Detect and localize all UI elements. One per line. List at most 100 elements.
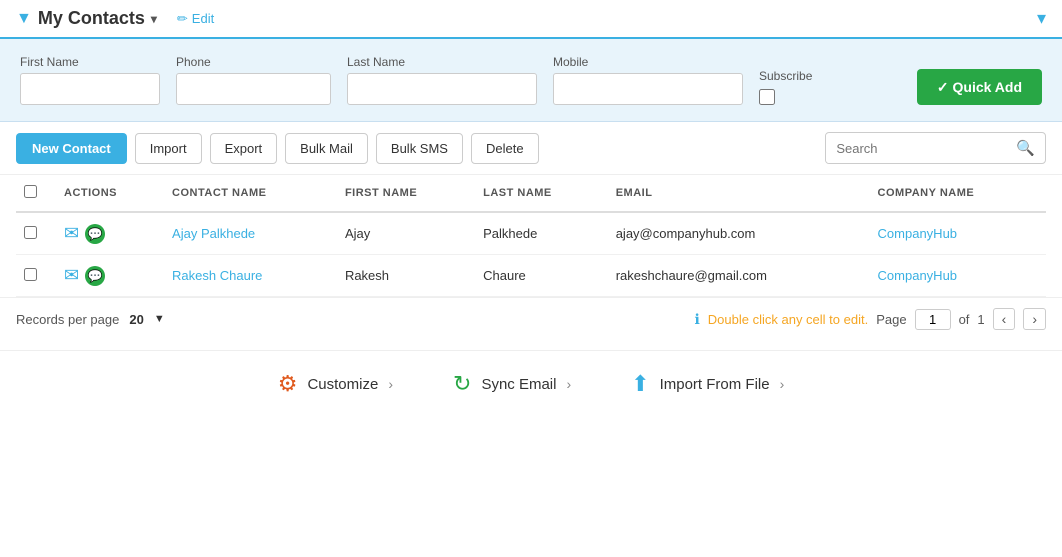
row-contact-name[interactable]: Ajay Palkhede	[164, 212, 337, 255]
row-action-icons: ✉ 💬	[64, 265, 156, 286]
delete-button[interactable]: Delete	[471, 133, 539, 164]
row-actions-cell: ✉ 💬	[56, 255, 164, 297]
table-body: ✉ 💬 Ajay Palkhede Ajay Palkhede ajay@com…	[16, 212, 1046, 297]
subscribe-label: Subscribe	[759, 69, 812, 83]
last-name-group: Last Name	[347, 55, 537, 105]
edit-label: Edit	[192, 11, 214, 26]
email-action-icon[interactable]: ✉	[64, 265, 79, 286]
bottom-actions: ⚙ Customize › ↻ Sync Email › ⬆ Import Fr…	[0, 350, 1062, 417]
sync-email-arrow: ›	[566, 376, 571, 392]
contacts-table-container: ACTIONS CONTACT NAME FIRST NAME LAST NAM…	[0, 175, 1062, 297]
info-icon: ℹ	[694, 311, 699, 328]
import-from-file-action[interactable]: ⬆ Import From File ›	[631, 371, 784, 397]
page-input[interactable]: 1	[915, 309, 951, 330]
last-name-input[interactable]	[347, 73, 537, 105]
search-icon-button[interactable]: 🔍	[1006, 133, 1045, 163]
of-label: of	[959, 312, 970, 327]
customize-arrow: ›	[388, 376, 393, 392]
pencil-icon: ✏	[177, 11, 188, 27]
contact-name-link[interactable]: Rakesh Chaure	[172, 268, 262, 283]
first-name-input[interactable]	[20, 73, 160, 105]
row-email: ajay@companyhub.com	[608, 212, 870, 255]
row-last-name: Palkhede	[475, 212, 608, 255]
phone-input[interactable]	[176, 73, 331, 105]
first-name-column-header: FIRST NAME	[337, 175, 475, 212]
new-contact-button[interactable]: New Contact	[16, 133, 127, 164]
sync-email-action[interactable]: ↻ Sync Email ›	[453, 371, 571, 397]
customize-action[interactable]: ⚙ Customize ›	[278, 371, 393, 397]
company-name-link[interactable]: CompanyHub	[878, 268, 958, 283]
first-name-group: First Name	[20, 55, 160, 105]
last-name-label: Last Name	[347, 55, 537, 69]
search-icon: 🔍	[1016, 140, 1035, 157]
header-right: ▾	[1037, 8, 1046, 29]
row-checkbox-cell	[16, 255, 56, 297]
import-from-file-label: Import From File	[660, 376, 770, 393]
row-contact-name[interactable]: Rakesh Chaure	[164, 255, 337, 297]
records-dropdown-icon[interactable]: ▼	[154, 313, 165, 325]
row-first-name: Rakesh	[337, 255, 475, 297]
phone-label: Phone	[176, 55, 331, 69]
header-title-text: My Contacts	[38, 8, 145, 29]
pagination-info: ℹ Double click any cell to edit. Page 1 …	[694, 308, 1046, 330]
quick-add-panel: First Name Phone Last Name Mobile Subscr…	[0, 39, 1062, 122]
row-company-name[interactable]: CompanyHub	[870, 255, 1046, 297]
subscribe-checkbox[interactable]	[759, 89, 775, 105]
toolbar: New Contact Import Export Bulk Mail Bulk…	[0, 122, 1062, 175]
row-first-name: Ajay	[337, 212, 475, 255]
last-name-column-header: LAST NAME	[475, 175, 608, 212]
import-file-arrow: ›	[780, 376, 785, 392]
row-checkbox-0[interactable]	[24, 226, 37, 239]
caret-icon: ▾	[151, 12, 157, 26]
row-last-name: Chaure	[475, 255, 608, 297]
header: ▼ My Contacts ▾ ✏ Edit ▾	[0, 0, 1062, 39]
quick-add-button[interactable]: ✓ Quick Add	[917, 69, 1042, 105]
contacts-table: ACTIONS CONTACT NAME FIRST NAME LAST NAM…	[16, 175, 1046, 297]
row-email: rakeshchaure@gmail.com	[608, 255, 870, 297]
double-click-hint: Double click any cell to edit.	[708, 312, 868, 327]
sms-action-icon[interactable]: 💬	[85, 266, 105, 286]
select-all-checkbox[interactable]	[24, 185, 37, 198]
search-input[interactable]	[826, 134, 1006, 163]
email-column-header: EMAIL	[608, 175, 870, 212]
corner-dropdown-icon[interactable]: ▾	[1037, 8, 1046, 28]
total-pages: 1	[977, 312, 984, 327]
mobile-label: Mobile	[553, 55, 743, 69]
header-checkbox-col	[16, 175, 56, 212]
row-checkbox-cell	[16, 212, 56, 255]
search-wrapper: 🔍	[825, 132, 1046, 164]
prev-page-button[interactable]: ‹	[993, 308, 1016, 330]
table-row: ✉ 💬 Ajay Palkhede Ajay Palkhede ajay@com…	[16, 212, 1046, 255]
company-name-link[interactable]: CompanyHub	[878, 226, 958, 241]
row-checkbox-1[interactable]	[24, 268, 37, 281]
mobile-input[interactable]	[553, 73, 743, 105]
records-count: 20	[129, 312, 143, 327]
bulk-mail-button[interactable]: Bulk Mail	[285, 133, 368, 164]
table-footer: Records per page 20 ▼ ℹ Double click any…	[0, 297, 1062, 340]
first-name-label: First Name	[20, 55, 160, 69]
sync-email-icon: ↻	[453, 371, 471, 397]
company-name-column-header: COMPANY NAME	[870, 175, 1046, 212]
row-company-name[interactable]: CompanyHub	[870, 212, 1046, 255]
records-per-page-label: Records per page	[16, 312, 119, 327]
import-button[interactable]: Import	[135, 133, 202, 164]
export-button[interactable]: Export	[210, 133, 278, 164]
row-actions-cell: ✉ 💬	[56, 212, 164, 255]
sync-email-label: Sync Email	[481, 376, 556, 393]
email-action-icon[interactable]: ✉	[64, 223, 79, 244]
filter-icon: ▼	[16, 10, 32, 28]
sms-action-icon[interactable]: 💬	[85, 224, 105, 244]
actions-column-header: ACTIONS	[56, 175, 164, 212]
next-page-button[interactable]: ›	[1023, 308, 1046, 330]
contact-name-link[interactable]: Ajay Palkhede	[172, 226, 255, 241]
import-file-icon: ⬆	[631, 371, 649, 397]
table-header: ACTIONS CONTACT NAME FIRST NAME LAST NAM…	[16, 175, 1046, 212]
my-contacts-title[interactable]: ▼ My Contacts ▾	[16, 8, 157, 29]
customize-label: Customize	[307, 376, 378, 393]
mobile-group: Mobile	[553, 55, 743, 105]
customize-icon: ⚙	[278, 371, 298, 397]
bulk-sms-button[interactable]: Bulk SMS	[376, 133, 463, 164]
edit-link[interactable]: ✏ Edit	[177, 11, 214, 27]
page-label: Page	[876, 312, 906, 327]
contact-name-column-header: CONTACT NAME	[164, 175, 337, 212]
